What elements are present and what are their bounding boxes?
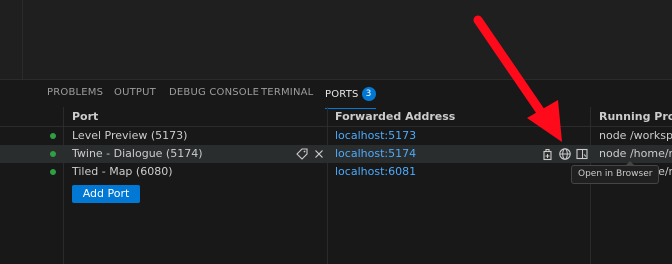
globe-icon[interactable] xyxy=(558,147,572,161)
tab-output[interactable]: OUTPUT xyxy=(114,87,156,107)
port-label: Level Preview (5173) xyxy=(72,129,188,142)
table-header: Port Forwarded Address Running Proce xyxy=(0,107,672,127)
tab-ports[interactable]: PORTS 3 xyxy=(325,87,376,109)
tab-terminal[interactable]: TERMINAL xyxy=(261,87,313,107)
add-port-button[interactable]: Add Port xyxy=(72,185,140,203)
open-in-browser-tooltip: Open in Browser xyxy=(571,161,660,184)
status-dot xyxy=(50,151,56,157)
status-dot xyxy=(50,169,56,175)
ports-table: Port Forwarded Address Running Proce Lev… xyxy=(0,107,672,264)
panel-tabs: PROBLEMS OUTPUT DEBUG CONSOLE TERMINAL P… xyxy=(0,80,672,109)
header-running-process[interactable]: Running Proce xyxy=(599,110,672,123)
copy-address-icon[interactable] xyxy=(541,147,555,161)
port-label: Tiled - Map (6080) xyxy=(72,165,173,178)
tag-icon[interactable] xyxy=(295,147,309,161)
tab-problems[interactable]: PROBLEMS xyxy=(47,87,103,107)
running-process: node /workspac xyxy=(599,129,672,142)
forwarded-address-link[interactable]: localhost:6081 xyxy=(335,165,416,178)
editor-area xyxy=(0,0,672,79)
forwarded-address-link[interactable]: localhost:5174 xyxy=(335,147,416,160)
forwarded-address-link[interactable]: localhost:5173 xyxy=(335,129,416,142)
table-row[interactable]: Level Preview (5173) localhost:5173 node… xyxy=(0,127,672,145)
editor-split-divider xyxy=(22,0,23,79)
status-dot xyxy=(50,133,56,139)
close-icon[interactable] xyxy=(312,147,326,161)
header-port[interactable]: Port xyxy=(72,110,98,123)
running-process: node /home/nd xyxy=(599,147,672,160)
ports-count-badge: 3 xyxy=(361,87,376,101)
tab-ports-label: PORTS xyxy=(325,89,359,100)
preview-icon[interactable] xyxy=(575,147,589,161)
table-row[interactable]: Twine - Dialogue (5174) localhost:5174 n… xyxy=(0,145,672,163)
tab-debug-console[interactable]: DEBUG CONSOLE xyxy=(169,87,259,107)
header-forwarded-address[interactable]: Forwarded Address xyxy=(335,110,455,123)
port-label: Twine - Dialogue (5174) xyxy=(72,147,203,160)
